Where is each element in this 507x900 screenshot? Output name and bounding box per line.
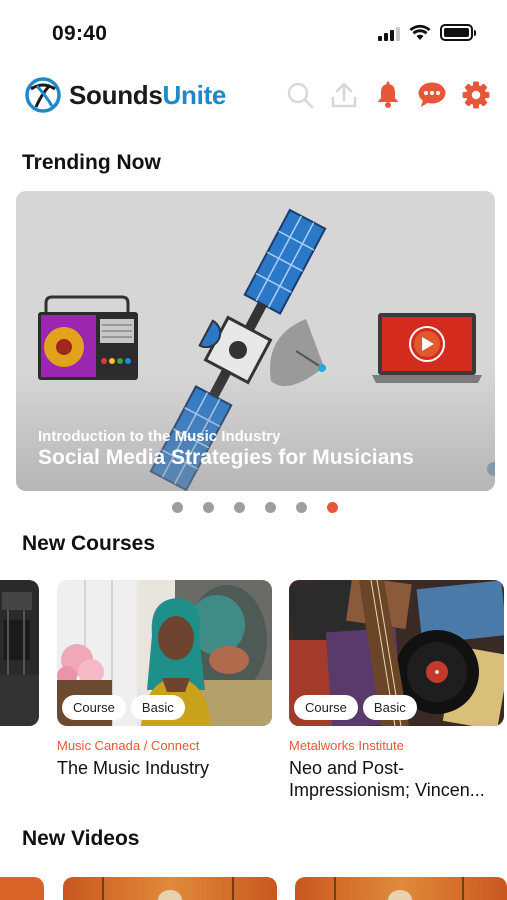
type-tag: Course [294, 695, 358, 720]
notifications-button[interactable] [373, 80, 403, 110]
logo-text-sounds: Sounds [69, 79, 163, 110]
settings-button[interactable] [461, 80, 491, 110]
level-tag: Basic [362, 695, 417, 720]
slide-subtitle: Introduction to the Music Industry [38, 428, 281, 445]
course-thumbnail: Course Basic [57, 580, 272, 726]
app-logo[interactable]: SoundsUnite [24, 76, 226, 114]
carousel-dot[interactable] [296, 502, 307, 513]
slide-title: Social Media Strategies for Musicians [38, 446, 414, 469]
course-card-partial[interactable] [0, 580, 39, 726]
carousel-dot[interactable] [172, 502, 183, 513]
video-thumbnail [334, 877, 464, 900]
video-card[interactable] [295, 877, 507, 900]
course-provider[interactable]: Music Canada / Connect [57, 738, 272, 753]
course-tags: Course Basic [62, 695, 185, 720]
course-title[interactable]: The Music Industry [57, 757, 272, 779]
app-header: SoundsUnite [0, 66, 507, 128]
course-card[interactable]: Course Basic Metalworks Institute Neo an… [289, 580, 504, 801]
app-name: SoundsUnite [69, 80, 226, 111]
bell-icon [377, 81, 399, 108]
status-time: 09:40 [52, 22, 108, 45]
carousel-dot[interactable] [265, 502, 276, 513]
upload-button[interactable] [329, 80, 359, 110]
carousel-dot[interactable] [203, 502, 214, 513]
chat-bubble-icon [418, 82, 446, 107]
gear-icon [462, 81, 490, 109]
video-thumbnail [102, 877, 234, 900]
status-icons [378, 24, 476, 41]
upload-icon [331, 82, 357, 108]
trending-carousel-slide[interactable]: Introduction to the Music Industry Socia… [16, 191, 495, 491]
wifi-icon [409, 24, 431, 40]
search-button[interactable] [285, 80, 315, 110]
level-tag: Basic [130, 695, 185, 720]
carousel-dot[interactable] [234, 502, 245, 513]
type-tag: Course [62, 695, 126, 720]
course-card[interactable]: Course Basic Music Canada / Connect The … [57, 580, 272, 779]
new-courses-heading: New Courses [22, 532, 156, 555]
logo-text-unite: Unite [162, 79, 227, 110]
video-card-partial[interactable] [0, 877, 44, 900]
status-bar: 09:40 [0, 0, 507, 66]
course-thumbnail: Course Basic [289, 580, 504, 726]
carousel-dot-active[interactable] [327, 502, 338, 513]
messages-button[interactable] [417, 80, 447, 110]
search-icon [287, 82, 314, 109]
trending-heading: Trending Now [22, 151, 161, 174]
cellular-signal-icon [378, 25, 400, 41]
new-videos-heading: New Videos [22, 827, 140, 850]
course-tags: Course Basic [294, 695, 417, 720]
header-actions [285, 80, 491, 110]
soundsunite-logo-icon [25, 77, 61, 113]
studio-thumbnail [0, 580, 39, 726]
carousel-pagination [172, 502, 338, 513]
course-title[interactable]: Neo and Post-Impressionism; Vincen... [289, 757, 504, 801]
battery-icon [440, 24, 476, 41]
course-provider[interactable]: Metalworks Institute [289, 738, 504, 753]
video-card[interactable] [63, 877, 277, 900]
